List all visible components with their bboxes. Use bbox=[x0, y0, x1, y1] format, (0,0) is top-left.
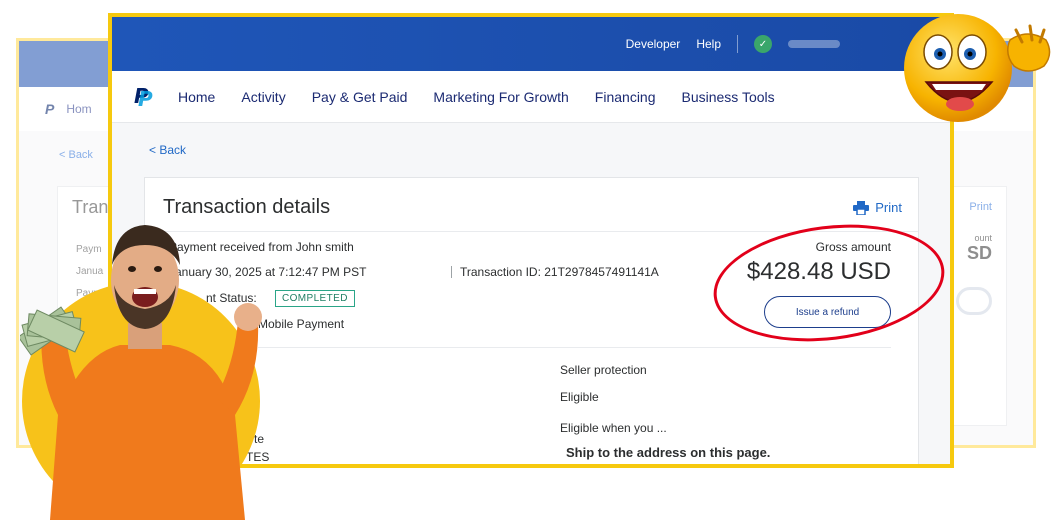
payment-type: Mobile Payment bbox=[258, 317, 345, 331]
account-name-blurred[interactable] bbox=[788, 40, 840, 48]
printer-icon bbox=[853, 200, 870, 215]
excited-emoji-icon bbox=[904, 14, 1051, 122]
seller-protection-when: Eligible when you ... bbox=[560, 421, 667, 435]
nav-marketing-for-growth[interactable]: Marketing For Growth bbox=[433, 89, 568, 105]
account-avatar-icon[interactable]: ✓ bbox=[754, 35, 772, 53]
header-divider bbox=[737, 35, 738, 53]
seller-protection-ship: Ship to the address on this page. bbox=[566, 445, 771, 460]
developer-link[interactable]: Developer bbox=[626, 37, 681, 51]
transaction-id[interactable]: Transaction ID: 21T2978457491141A bbox=[460, 265, 659, 279]
nav-pay-and-get-paid[interactable]: Pay & Get Paid bbox=[312, 89, 408, 105]
status-badge: COMPLETED bbox=[275, 290, 355, 307]
excited-man-image bbox=[20, 225, 262, 520]
screenshot-composite: P Hom < Back Tran Print Paym Janua Paym … bbox=[0, 0, 1060, 520]
background-refund-button bbox=[956, 287, 992, 315]
background-amount: ount SD bbox=[967, 233, 992, 264]
background-amount-value: SD bbox=[966, 243, 992, 263]
field-separator bbox=[451, 266, 452, 278]
nav-financing[interactable]: Financing bbox=[595, 89, 656, 105]
background-nav-home: Hom bbox=[66, 102, 92, 116]
seller-protection-title: Seller protection bbox=[560, 363, 647, 377]
seller-protection-status: Eligible bbox=[560, 390, 599, 404]
main-nav: PP Home Activity Pay & Get Paid Marketin… bbox=[112, 71, 950, 123]
background-back-link: < Back bbox=[59, 149, 93, 161]
paypal-logo-icon[interactable]: PP bbox=[134, 86, 156, 109]
nav-home[interactable]: Home bbox=[178, 89, 215, 105]
section-divider bbox=[258, 347, 891, 348]
back-link[interactable]: < Back bbox=[149, 143, 186, 157]
header-links: Developer Help ✓ bbox=[626, 17, 840, 71]
print-label: Print bbox=[875, 200, 902, 215]
top-header-bar: Developer Help ✓ bbox=[112, 17, 950, 71]
background-print: Print bbox=[969, 201, 992, 213]
help-link[interactable]: Help bbox=[696, 37, 721, 51]
nav-business-tools[interactable]: Business Tools bbox=[682, 89, 775, 105]
nav-activity[interactable]: Activity bbox=[241, 89, 285, 105]
background-paypal-icon: P bbox=[45, 101, 55, 117]
print-button[interactable]: Print bbox=[853, 200, 902, 215]
background-amount-label: ount bbox=[974, 233, 992, 243]
